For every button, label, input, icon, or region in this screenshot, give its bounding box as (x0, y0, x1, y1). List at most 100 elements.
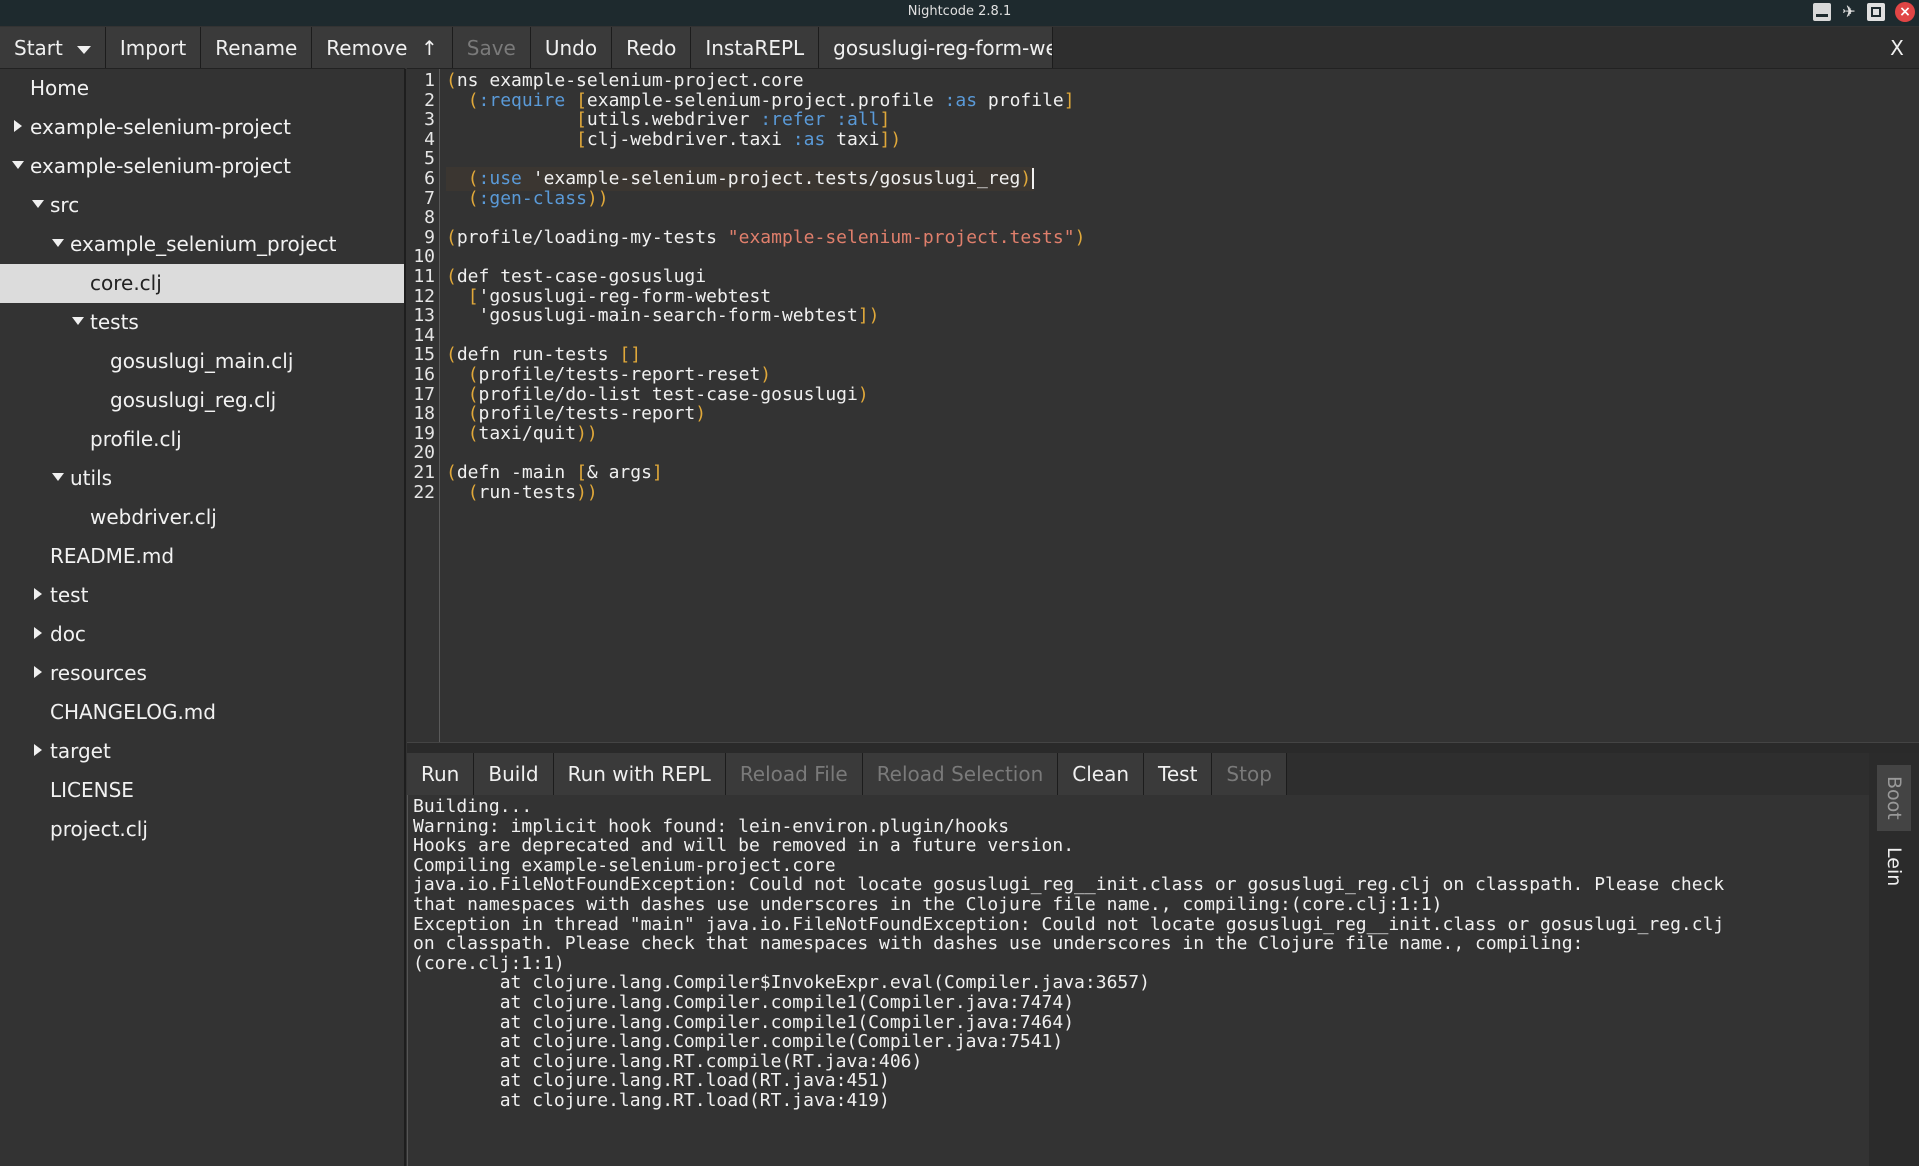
code-token: 'gosuslugi-main-search-form-webtest (446, 305, 858, 327)
maximize-icon[interactable] (1867, 3, 1885, 21)
code-line: (:gen-class)) (446, 187, 609, 211)
code-token: )) (586, 187, 609, 209)
undo-button[interactable]: Undo (530, 27, 613, 68)
tree-item-label: LICENSE (50, 778, 134, 802)
tree-item-gosuslugi-reg[interactable]: gosuslugi_reg.clj (0, 381, 404, 420)
code-line: [clj-webdriver.taxi :as taxi]) (446, 128, 901, 152)
expand-arrow-icon[interactable] (34, 744, 42, 756)
import-button[interactable]: Import (105, 27, 202, 68)
console-line: on classpath. Please check that namespac… (413, 933, 1584, 955)
tree-item-project-clj[interactable]: project.clj (0, 810, 404, 849)
code-token: clj-webdriver.taxi (586, 128, 793, 150)
reload-file-button[interactable]: Reload File (725, 753, 863, 795)
tree-item-gosuslugi-main[interactable]: gosuslugi_main.clj (0, 342, 404, 381)
chevron-down-icon (76, 45, 91, 54)
tree-item-label: target (50, 739, 111, 763)
collapse-arrow-icon[interactable] (12, 161, 24, 169)
tree-item-label: tests (90, 310, 139, 334)
tree-item-tests[interactable]: tests (0, 303, 404, 342)
start-button[interactable]: Start (0, 27, 106, 68)
tree-item-label: gosuslugi_main.clj (110, 349, 294, 373)
tree-item-src[interactable]: src (0, 186, 404, 225)
code-token: [ (576, 128, 587, 150)
tree-item-label: resources (50, 661, 147, 685)
collapse-arrow-icon[interactable] (32, 200, 44, 208)
remove-button[interactable]: Remove (312, 27, 422, 68)
code-token: ) (857, 383, 869, 405)
expand-arrow-icon[interactable] (34, 588, 42, 600)
tree-item-profile[interactable]: profile.clj (0, 420, 404, 459)
code-token: ]) (857, 305, 880, 327)
tree-item-readme[interactable]: README.md (0, 537, 404, 576)
line-number-gutter: 1 2 3 4 5 6 7 8 9 10 11 12 13 14 15 16 17 18 19 20 21 22 (407, 69, 440, 742)
tab-gosuslugi-reg-form[interactable]: gosuslugi-reg-form-webt (819, 27, 1054, 68)
code-token: ) (695, 403, 707, 425)
tree-item-project-expanded[interactable]: example-selenium-project (0, 147, 404, 186)
tree-item-test[interactable]: test (0, 576, 404, 615)
collapse-arrow-icon[interactable] (52, 239, 64, 247)
code-token: profile/loading-my-tests (456, 226, 728, 248)
tree-item-label: profile.clj (90, 427, 182, 451)
expand-arrow-icon[interactable] (34, 627, 42, 639)
code-token: profile (977, 89, 1064, 111)
tree-item-package[interactable]: example_selenium_project (0, 225, 404, 264)
redo-button[interactable]: Redo (612, 27, 692, 68)
tree-item-label: src (50, 193, 80, 217)
collapse-arrow-icon[interactable] (72, 317, 84, 325)
code-line: (profile/loading-my-tests "example-selen… (446, 226, 1085, 250)
tree-item-resources[interactable]: resources (0, 654, 404, 693)
tree-item-changelog[interactable]: CHANGELOG.md (0, 693, 404, 732)
tab-boot[interactable]: Boot (1877, 765, 1911, 831)
stop-button[interactable]: Stop (1212, 753, 1287, 795)
pin-icon[interactable]: ✈ (1841, 3, 1857, 21)
tree-item-project-collapsed[interactable]: example-selenium-project (0, 108, 404, 147)
tree-item-label: example-selenium-project (30, 154, 291, 178)
tree-item-label: Home (30, 76, 90, 100)
build-console[interactable]: Building... Warning: implicit hook found:… (407, 795, 1870, 1166)
close-window-icon[interactable]: × (1895, 2, 1915, 22)
build-system-tabs: Boot Lein (1869, 753, 1919, 1166)
code-editor[interactable]: 1 2 3 4 5 6 7 8 9 10 11 12 13 14 15 16 17 18 19 20 21 22 (ns … (407, 69, 1919, 742)
code-line: (taxi/quit)) (446, 422, 598, 446)
build-button[interactable]: Build (474, 753, 554, 795)
start-label: Start (14, 36, 63, 60)
window-title: Nightcode 2.8.1 (907, 4, 1012, 19)
collapse-arrow-icon[interactable] (52, 473, 64, 481)
tree-item-label: utils (70, 466, 113, 490)
up-button[interactable]: ↑ (407, 27, 453, 68)
instarepl-button[interactable]: InstaREPL (691, 27, 820, 68)
line-number: 22 (413, 481, 435, 503)
clean-button[interactable]: Clean (1058, 753, 1145, 795)
tree-item-label: core.clj (90, 271, 162, 295)
code-token: taxi/quit (478, 422, 577, 444)
run-button[interactable]: Run (407, 753, 475, 795)
test-button[interactable]: Test (1144, 753, 1213, 795)
expand-arrow-icon[interactable] (14, 120, 22, 132)
tree-item-core-clj[interactable]: core.clj (0, 264, 404, 303)
code-token: :as (792, 128, 826, 150)
run-with-repl-button[interactable]: Run with REPL (553, 753, 726, 795)
close-editor-button[interactable]: X (1875, 27, 1919, 68)
console-line: at clojure.lang.RT.load(RT.java:419) (413, 1090, 890, 1111)
project-toolbar: Start Import Rename Remove (0, 27, 422, 69)
tree-item-target[interactable]: target (0, 732, 404, 771)
tree-item-license[interactable]: LICENSE (0, 771, 404, 810)
tree-item-label: CHANGELOG.md (50, 700, 216, 724)
tree-item-label: example-selenium-project (30, 115, 291, 139)
tab-lein[interactable]: Lein (1877, 835, 1911, 899)
save-button[interactable]: Save (452, 27, 531, 68)
expand-arrow-icon[interactable] (34, 666, 42, 678)
reload-selection-button[interactable]: Reload Selection (862, 753, 1059, 795)
code-token: )) (576, 481, 598, 503)
code-token: ]) (879, 128, 902, 150)
tree-item-home[interactable]: Home (0, 69, 404, 108)
rename-button[interactable]: Rename (201, 27, 313, 68)
minimize-icon[interactable] (1813, 3, 1831, 21)
tree-item-doc[interactable]: doc (0, 615, 404, 654)
code-token: taxi (825, 128, 880, 150)
tree-item-utils[interactable]: utils (0, 459, 404, 498)
tree-item-webdriver[interactable]: webdriver.clj (0, 498, 404, 537)
editor-toolbar: ↑ Save Undo Redo InstaREPL gosuslugi-reg… (407, 27, 1919, 69)
